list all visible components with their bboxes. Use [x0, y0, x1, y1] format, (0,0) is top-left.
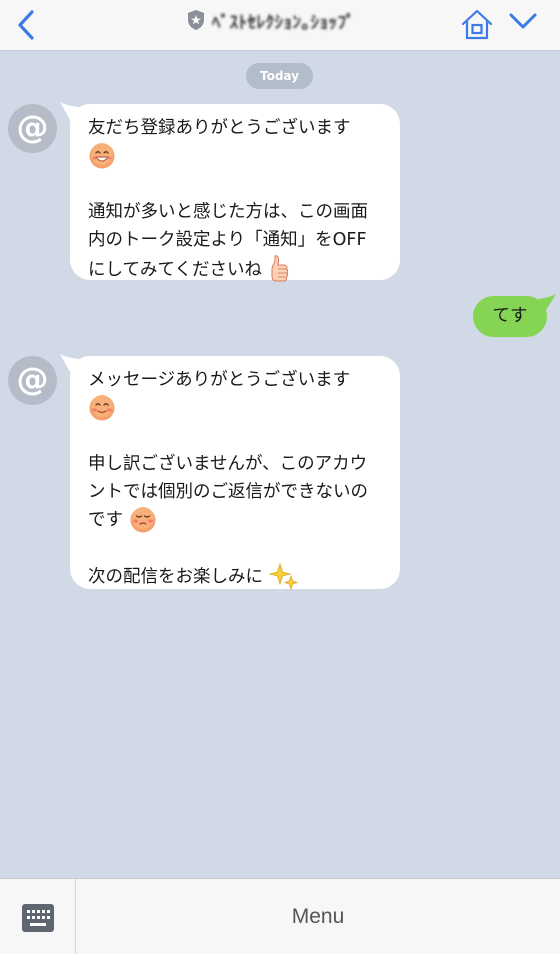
message-line-text: です [88, 510, 123, 530]
message-line: にしてみてくださいね [88, 254, 382, 286]
message-line: 内のトーク設定より「通知」をOFF [88, 230, 367, 250]
bot-message-1: 友だち登録ありがとうございます 通知が多いと感じた方は、この画面 内のトーク設定… [60, 102, 400, 282]
chat-title: ﾍﾞｽﾄｾﾚｸｼｮﾝ｡ｼｮｯﾌﾟ [186, 8, 355, 33]
bubble-tail [60, 102, 82, 120]
apologetic-face-emoji-icon [130, 507, 156, 533]
menu-button[interactable]: Menu [76, 879, 560, 954]
chevron-down-icon [509, 13, 537, 29]
smiling-face-emoji-icon [89, 395, 115, 421]
message-line [88, 394, 382, 422]
message-line: ントでは個別のご返信ができないの [88, 482, 368, 502]
dropdown-button[interactable] [506, 7, 540, 37]
bot-avatar[interactable]: @ [8, 356, 57, 405]
chat-header: ﾍﾞｽﾄｾﾚｸｼｮﾝ｡ｼｮｯﾌﾟ [0, 0, 560, 51]
message-line-text: にしてみてくださいね [88, 260, 262, 280]
bubble-tail [536, 294, 556, 310]
message-line-text: 次の配信をお楽しみに [88, 567, 263, 587]
chevron-left-icon [18, 10, 34, 40]
keyboard-icon [22, 904, 54, 932]
sparkles-emoji-icon [268, 562, 298, 591]
message-line: 友だち登録ありがとうございます [88, 118, 351, 138]
date-divider: Today [246, 63, 313, 89]
home-icon [461, 9, 493, 40]
bot-message-2: メッセージありがとうございます 申し訳ございませんが、このアカウ ントでは個別の… [60, 354, 400, 592]
official-shield-icon [188, 10, 204, 30]
message-line: 通知が多いと感じた方は、この画面 [88, 202, 368, 222]
message-line [88, 142, 382, 170]
my-message: てす [473, 294, 556, 337]
back-button[interactable] [12, 6, 42, 44]
my-message-text: てす [492, 306, 528, 326]
bot-avatar[interactable]: @ [8, 104, 57, 153]
message-line: です [88, 506, 382, 534]
home-button[interactable] [458, 5, 496, 43]
message-line: 次の配信をお楽しみに [88, 562, 382, 592]
bubble-tail [60, 354, 82, 372]
message-line: メッセージありがとうございます [88, 370, 351, 390]
bottom-bar: Menu [0, 878, 560, 954]
keyboard-toggle-button[interactable] [0, 879, 76, 954]
thumbs-up-emoji-icon [271, 255, 288, 282]
grinning-face-emoji-icon [89, 143, 115, 169]
message-line: 申し訳ございませんが、このアカウ [88, 454, 368, 474]
chat-title-text: ﾍﾞｽﾄｾﾚｸｼｮﾝ｡ｼｮｯﾌﾟ [212, 12, 355, 33]
